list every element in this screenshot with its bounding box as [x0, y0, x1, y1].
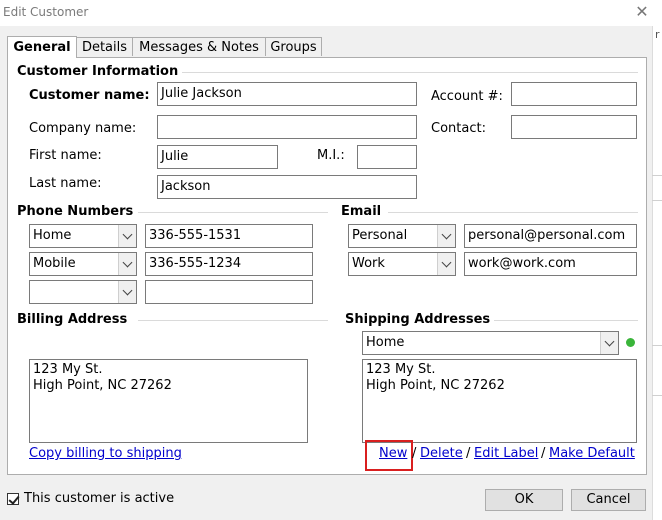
- phone-type-value: Home: [33, 228, 72, 243]
- window-title: Edit Customer: [3, 5, 89, 19]
- phone-number-field-2[interactable]: 336-555-1234: [145, 252, 313, 276]
- address-line: High Point, NC 27262: [33, 378, 172, 393]
- title-bar: [0, 0, 662, 26]
- background-divider: [652, 175, 662, 176]
- address-line: 123 My St.: [366, 362, 436, 377]
- tab-general[interactable]: General: [7, 36, 77, 58]
- background-window-glyph: r: [655, 28, 660, 41]
- shipping-address-value: Home: [366, 335, 405, 350]
- ok-button[interactable]: OK: [485, 489, 563, 511]
- phone-number-field-1[interactable]: 336-555-1531: [145, 224, 313, 248]
- general-tab-panel: Customer Information Customer name: Juli…: [7, 57, 647, 475]
- make-default-link[interactable]: Make Default: [549, 446, 635, 461]
- chevron-down-icon[interactable]: [118, 253, 136, 275]
- middle-initial-label: M.I.:: [317, 148, 345, 163]
- phone-number-field-3[interactable]: [145, 280, 313, 304]
- email-address-field-1[interactable]: personal@personal.com: [464, 224, 637, 248]
- contact-field[interactable]: [511, 115, 637, 139]
- contact-label: Contact:: [431, 121, 486, 136]
- background-divider: [652, 345, 662, 346]
- tab-messages-notes[interactable]: Messages & Notes: [132, 37, 266, 56]
- section-divider: [138, 320, 328, 321]
- account-field[interactable]: [511, 82, 637, 106]
- first-name-label: First name:: [29, 148, 102, 163]
- section-divider: [493, 320, 638, 321]
- email-type-value: Personal: [352, 228, 408, 243]
- delete-shipping-address-link[interactable]: Delete: [420, 446, 463, 461]
- last-name-label: Last name:: [29, 176, 102, 191]
- link-separator: /: [541, 446, 546, 461]
- close-icon[interactable]: ✕: [632, 1, 652, 23]
- link-separator: /: [466, 446, 471, 461]
- check-icon: [8, 493, 20, 505]
- chevron-down-icon[interactable]: [600, 332, 618, 354]
- default-status-icon: [626, 338, 635, 347]
- active-checkbox-label[interactable]: This customer is active: [24, 491, 174, 506]
- section-divider: [388, 212, 638, 213]
- middle-initial-field[interactable]: [357, 145, 417, 169]
- background-divider: [652, 200, 662, 201]
- section-divider: [138, 212, 328, 213]
- background-window-edge: [652, 26, 662, 520]
- phone-type-select-2[interactable]: Mobile: [29, 252, 137, 276]
- phone-numbers-heading: Phone Numbers: [17, 204, 138, 219]
- email-heading: Email: [341, 204, 386, 219]
- address-line: High Point, NC 27262: [366, 378, 505, 393]
- shipping-address-field[interactable]: 123 My St. High Point, NC 27262: [362, 359, 637, 443]
- chevron-down-icon[interactable]: [437, 225, 455, 247]
- link-separator: /: [412, 446, 417, 461]
- customer-info-heading: Customer Information: [17, 64, 183, 79]
- billing-address-field[interactable]: 123 My St. High Point, NC 27262: [29, 359, 308, 443]
- tab-details[interactable]: Details: [76, 37, 133, 56]
- shipping-addresses-heading: Shipping Addresses: [345, 312, 495, 327]
- billing-address-heading: Billing Address: [17, 312, 132, 327]
- chevron-down-icon[interactable]: [118, 225, 136, 247]
- address-line: 123 My St.: [33, 362, 103, 377]
- account-label: Account #:: [431, 89, 503, 104]
- chevron-down-icon[interactable]: [118, 281, 136, 303]
- background-divider: [652, 395, 662, 396]
- copy-billing-to-shipping-link[interactable]: Copy billing to shipping: [29, 446, 182, 461]
- phone-type-value: Mobile: [33, 256, 76, 271]
- new-shipping-address-link[interactable]: New: [379, 446, 407, 461]
- active-checkbox[interactable]: [7, 493, 20, 505]
- phone-type-select-1[interactable]: Home: [29, 224, 137, 248]
- phone-type-select-3[interactable]: [29, 280, 137, 304]
- edit-label-link[interactable]: Edit Label: [474, 446, 538, 461]
- customer-name-label: Customer name:: [29, 88, 150, 103]
- customer-name-field[interactable]: Julie Jackson: [157, 82, 417, 106]
- first-name-field[interactable]: Julie: [157, 145, 278, 169]
- cancel-button[interactable]: Cancel: [571, 489, 646, 511]
- shipping-address-select[interactable]: Home: [362, 331, 619, 355]
- email-type-select-2[interactable]: Work: [348, 252, 456, 276]
- company-name-field[interactable]: [157, 115, 417, 139]
- last-name-field[interactable]: Jackson: [157, 175, 417, 199]
- email-address-field-2[interactable]: work@work.com: [464, 252, 637, 276]
- section-divider: [178, 72, 638, 73]
- email-type-select-1[interactable]: Personal: [348, 224, 456, 248]
- company-name-label: Company name:: [29, 121, 137, 136]
- tab-groups[interactable]: Groups: [265, 37, 322, 56]
- chevron-down-icon[interactable]: [437, 253, 455, 275]
- email-type-value: Work: [352, 256, 385, 271]
